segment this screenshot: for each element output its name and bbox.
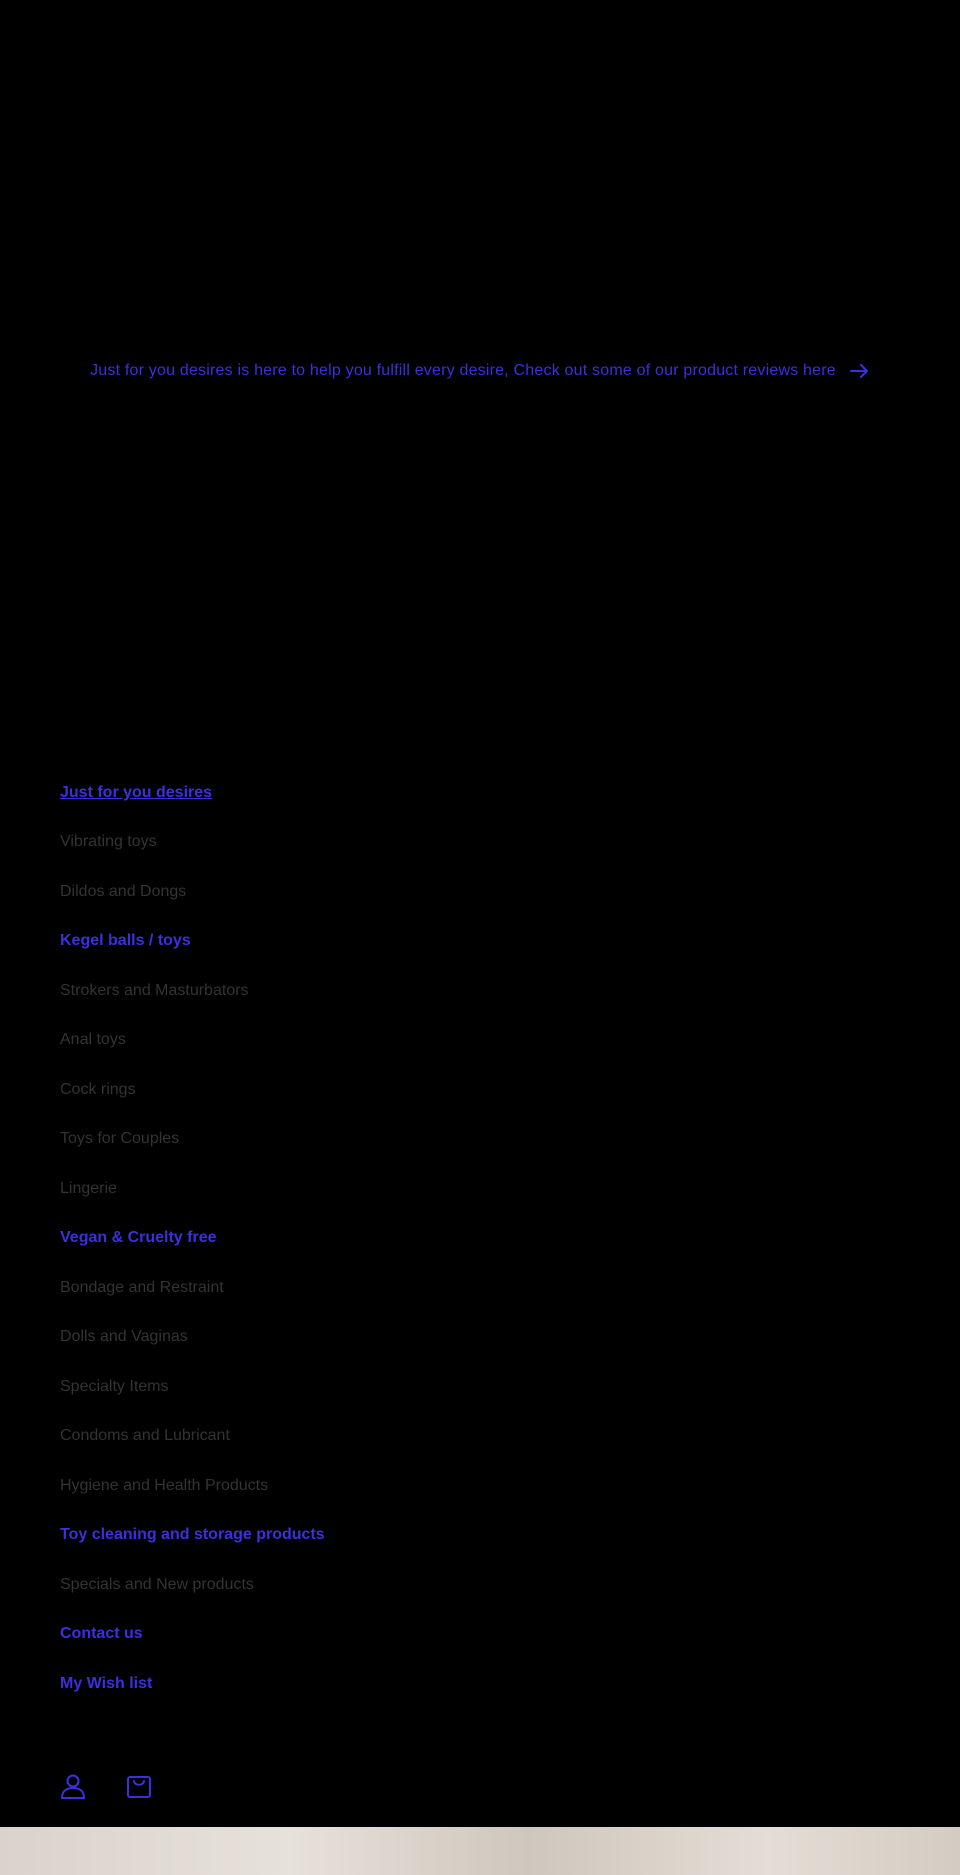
announcement-link[interactable]: Just for you desires is here to help you… xyxy=(0,350,960,392)
announcement-text: Just for you desires is here to help you… xyxy=(90,362,836,379)
menu-drawer-nav: Just for you desires Vibrating toys Dild… xyxy=(60,768,325,1709)
menu-item-label[interactable]: Anal toys xyxy=(60,1031,126,1049)
menu-item-condoms-lubricant[interactable]: Condoms and Lubricant xyxy=(60,1412,325,1462)
menu-item-cock-rings[interactable]: Cock rings xyxy=(60,1065,325,1115)
menu-item-label[interactable]: Strokers and Masturbators xyxy=(60,982,249,1000)
menu-item-label[interactable]: Cock rings xyxy=(60,1081,136,1099)
arrow-right-icon xyxy=(849,364,870,378)
menu-item-label[interactable]: Specialty Items xyxy=(60,1378,168,1396)
menu-item-toy-cleaning[interactable]: Toy cleaning and storage products xyxy=(60,1511,325,1561)
menu-item-bondage[interactable]: Bondage and Restraint xyxy=(60,1263,325,1313)
menu-item-lingerie[interactable]: Lingerie xyxy=(60,1164,325,1214)
menu-item-label[interactable]: Contact us xyxy=(60,1625,143,1643)
cart-icon[interactable] xyxy=(126,1773,152,1799)
menu-item-specialty-items[interactable]: Specialty Items xyxy=(60,1362,325,1412)
menu-item-label[interactable]: Bondage and Restraint xyxy=(60,1279,224,1297)
menu-item-contact-us[interactable]: Contact us xyxy=(60,1610,325,1660)
menu-item-just-for-you-desires[interactable]: Just for you desires xyxy=(60,768,325,818)
utility-icons xyxy=(60,1773,152,1799)
menu-item-label[interactable]: Kegel balls / toys xyxy=(60,932,191,950)
menu-item-label[interactable]: Hygiene and Health Products xyxy=(60,1477,268,1495)
menu-item-strokers[interactable]: Strokers and Masturbators xyxy=(60,966,325,1016)
menu-item-dolls[interactable]: Dolls and Vaginas xyxy=(60,1313,325,1363)
menu-item-label[interactable]: Vibrating toys xyxy=(60,833,157,851)
menu-item-label[interactable]: Toys for Couples xyxy=(60,1130,179,1148)
menu-item-label[interactable]: My Wish list xyxy=(60,1675,152,1693)
menu-item-wish-list[interactable]: My Wish list xyxy=(60,1659,325,1709)
menu-item-vibrating-toys[interactable]: Vibrating toys xyxy=(60,818,325,868)
hero-image-edge xyxy=(0,1827,960,1875)
menu-item-anal-toys[interactable]: Anal toys xyxy=(60,1016,325,1066)
menu-item-label[interactable]: Dildos and Dongs xyxy=(60,883,186,901)
menu-item-label[interactable]: Just for you desires xyxy=(60,784,212,802)
menu-item-hygiene-health[interactable]: Hygiene and Health Products xyxy=(60,1461,325,1511)
menu-item-label[interactable]: Condoms and Lubricant xyxy=(60,1427,230,1445)
menu-item-label[interactable]: Lingerie xyxy=(60,1180,117,1198)
account-icon[interactable] xyxy=(60,1773,86,1799)
menu-item-label[interactable]: Specials and New products xyxy=(60,1576,254,1594)
menu-item-label[interactable]: Toy cleaning and storage products xyxy=(60,1526,325,1544)
menu-item-vegan-cruelty-free[interactable]: Vegan & Cruelty free xyxy=(60,1214,325,1264)
menu-item-toys-for-couples[interactable]: Toys for Couples xyxy=(60,1115,325,1165)
menu-item-specials-new[interactable]: Specials and New products xyxy=(60,1560,325,1610)
menu-item-kegel-balls[interactable]: Kegel balls / toys xyxy=(60,917,325,967)
mobile-menu-drawer: Just for you desires is here to help you… xyxy=(0,0,960,1875)
menu-item-dildos-and-dongs[interactable]: Dildos and Dongs xyxy=(60,867,325,917)
menu-item-label[interactable]: Vegan & Cruelty free xyxy=(60,1229,217,1247)
menu-item-label[interactable]: Dolls and Vaginas xyxy=(60,1328,188,1346)
